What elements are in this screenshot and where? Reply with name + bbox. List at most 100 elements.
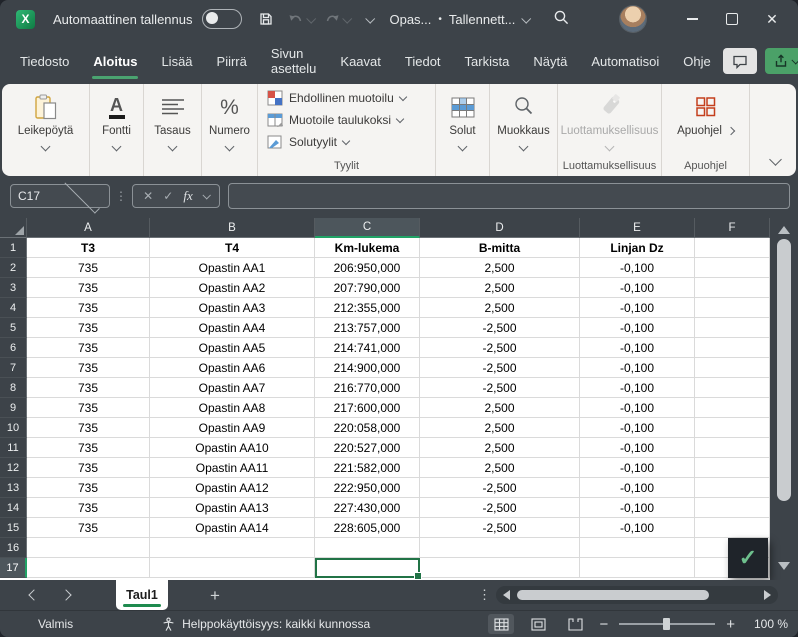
cell-B14[interactable]: Opastin AA13 — [150, 498, 315, 518]
cell-D13[interactable]: -2,500 — [420, 478, 580, 498]
cell-A4[interactable]: 735 — [27, 298, 150, 318]
cell-F1[interactable] — [695, 238, 770, 258]
quick-access-chevron-icon[interactable] — [366, 13, 376, 23]
scroll-down-icon[interactable] — [778, 562, 790, 570]
cell-D17[interactable] — [420, 558, 580, 578]
cell-D16[interactable] — [420, 538, 580, 558]
cell-E13[interactable]: -0,100 — [580, 478, 695, 498]
zoom-slider-thumb[interactable] — [663, 618, 670, 630]
cancel-button[interactable]: ✕ — [143, 189, 153, 203]
sheet-prev-icon[interactable] — [28, 589, 39, 600]
cell-F7[interactable] — [695, 358, 770, 378]
cell-C6[interactable]: 214:741,000 — [315, 338, 420, 358]
cell-B10[interactable]: Opastin AA9 — [150, 418, 315, 438]
ribbon-tab-piirr-[interactable]: Piirrä — [205, 38, 259, 84]
cell-E4[interactable]: -0,100 — [580, 298, 695, 318]
ribbon-tab-n-yt-[interactable]: Näytä — [521, 38, 579, 84]
zoom-out-button[interactable]: − — [599, 617, 608, 632]
cell-A3[interactable]: 735 — [27, 278, 150, 298]
cell-F10[interactable] — [695, 418, 770, 438]
cell-F2[interactable] — [695, 258, 770, 278]
row-header-9[interactable]: 9 — [0, 398, 27, 418]
cell-B4[interactable]: Opastin AA3 — [150, 298, 315, 318]
cell-F13[interactable] — [695, 478, 770, 498]
cell-C14[interactable]: 227:430,000 — [315, 498, 420, 518]
cell-E6[interactable]: -0,100 — [580, 338, 695, 358]
cell-C9[interactable]: 217:600,000 — [315, 398, 420, 418]
cell-E2[interactable]: -0,100 — [580, 258, 695, 278]
row-header-6[interactable]: 6 — [0, 338, 27, 358]
cell-E7[interactable]: -0,100 — [580, 358, 695, 378]
horizontal-scrollbar[interactable] — [496, 586, 778, 604]
cell-A14[interactable]: 735 — [27, 498, 150, 518]
cell-E15[interactable]: -0,100 — [580, 518, 695, 538]
sheet-next-icon[interactable] — [60, 589, 71, 600]
cell-A12[interactable]: 735 — [27, 458, 150, 478]
cell-C16[interactable] — [315, 538, 420, 558]
ribbon-tab-tarkista[interactable]: Tarkista — [453, 38, 522, 84]
cell-B12[interactable]: Opastin AA11 — [150, 458, 315, 478]
cell-F15[interactable] — [695, 518, 770, 538]
user-avatar[interactable] — [620, 6, 646, 32]
close-button[interactable]: ✕ — [752, 0, 792, 38]
cell-F5[interactable] — [695, 318, 770, 338]
format-as-table-button[interactable]: Muotoile taulukoksi — [258, 109, 435, 131]
horizontal-scroll-thumb[interactable] — [517, 590, 709, 600]
cell-C10[interactable]: 220:058,000 — [315, 418, 420, 438]
cell-C13[interactable]: 222:950,000 — [315, 478, 420, 498]
row-header-16[interactable]: 16 — [0, 538, 27, 558]
cell-B16[interactable] — [150, 538, 315, 558]
cell-A5[interactable]: 735 — [27, 318, 150, 338]
ribbon-tab-lis-[interactable]: Lisää — [149, 38, 204, 84]
cell-C15[interactable]: 228:605,000 — [315, 518, 420, 538]
cell-B6[interactable]: Opastin AA5 — [150, 338, 315, 358]
row-header-8[interactable]: 8 — [0, 378, 27, 398]
cell-D6[interactable]: -2,500 — [420, 338, 580, 358]
cell-D2[interactable]: 2,500 — [420, 258, 580, 278]
cell-A1[interactable]: T3 — [27, 238, 150, 258]
cell-A2[interactable]: 735 — [27, 258, 150, 278]
column-header-F[interactable]: F — [695, 218, 770, 238]
cell-B9[interactable]: Opastin AA8 — [150, 398, 315, 418]
cell-D15[interactable]: -2,500 — [420, 518, 580, 538]
more-addins-chevron-icon[interactable] — [727, 126, 735, 134]
ribbon-tab-automatisoi[interactable]: Automatisoi — [579, 38, 671, 84]
save-button[interactable] — [258, 11, 274, 27]
row-header-3[interactable]: 3 — [0, 278, 27, 298]
cell-E14[interactable]: -0,100 — [580, 498, 695, 518]
group-cells[interactable]: Solut — [436, 84, 490, 176]
row-header-13[interactable]: 13 — [0, 478, 27, 498]
cell-E11[interactable]: -0,100 — [580, 438, 695, 458]
cell-D1[interactable]: B-mitta — [420, 238, 580, 258]
row-header-14[interactable]: 14 — [0, 498, 27, 518]
name-box[interactable]: C17 — [10, 184, 110, 208]
scroll-left-icon[interactable] — [503, 590, 510, 600]
cell-B3[interactable]: Opastin AA2 — [150, 278, 315, 298]
cell-E1[interactable]: Linjan Dz — [580, 238, 695, 258]
accessibility-status[interactable]: Helppokäyttöisyys: kaikki kunnossa — [161, 617, 370, 632]
conditional-formatting-button[interactable]: Ehdollinen muotoilu — [258, 87, 435, 109]
scroll-up-icon[interactable] — [778, 226, 790, 234]
cell-E5[interactable]: -0,100 — [580, 318, 695, 338]
cell-F12[interactable] — [695, 458, 770, 478]
column-header-A[interactable]: A — [27, 218, 150, 238]
zoom-in-button[interactable]: + — [726, 617, 735, 632]
vertical-scroll-thumb[interactable] — [777, 239, 791, 501]
collapse-ribbon-icon[interactable] — [769, 153, 782, 166]
column-header-D[interactable]: D — [420, 218, 580, 238]
row-header-4[interactable]: 4 — [0, 298, 27, 318]
cell-styles-button[interactable]: Solutyylit — [258, 131, 435, 153]
cell-A9[interactable]: 735 — [27, 398, 150, 418]
cell-F11[interactable] — [695, 438, 770, 458]
cell-D4[interactable]: 2,500 — [420, 298, 580, 318]
group-clipboard[interactable]: Leikepöytä — [2, 84, 90, 176]
cell-B8[interactable]: Opastin AA7 — [150, 378, 315, 398]
cell-D11[interactable]: 2,500 — [420, 438, 580, 458]
excel-logo-icon[interactable]: X — [16, 10, 35, 29]
row-header-2[interactable]: 2 — [0, 258, 27, 278]
cell-B17[interactable] — [150, 558, 315, 578]
vertical-scrollbar[interactable] — [770, 218, 798, 580]
zoom-level[interactable]: 100 % — [746, 617, 788, 631]
cell-E16[interactable] — [580, 538, 695, 558]
share-button[interactable] — [765, 48, 798, 74]
